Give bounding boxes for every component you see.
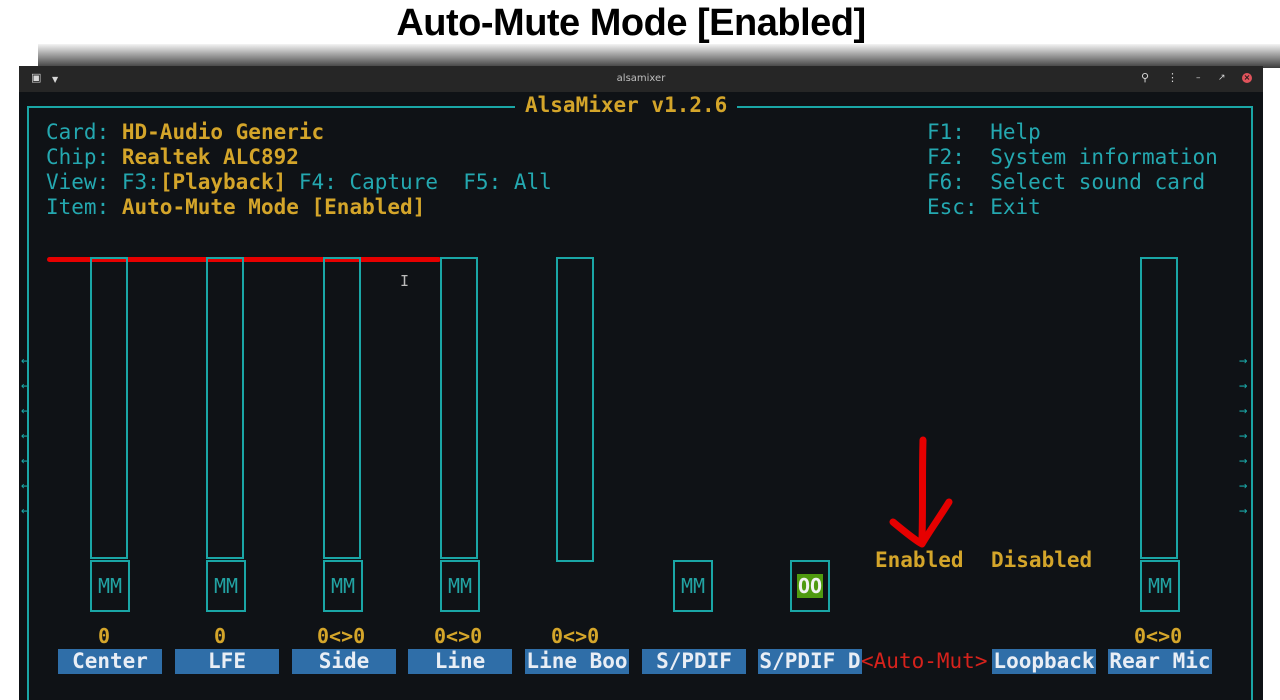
scroll-left-arrow-icon[interactable]: ← — [21, 354, 29, 368]
view-line: View: F3:[Playback] F4: Capture F5: All — [46, 170, 552, 195]
scroll-right-arrow-icon[interactable]: → — [1239, 404, 1247, 418]
chip-line: Chip: Realtek ALC892 — [46, 145, 299, 170]
value-line-boost: 0<>0 — [551, 624, 600, 648]
window-titlebar: ▣ ▼ alsamixer ⚲ ⋮ – ↗ × — [19, 66, 1263, 92]
volume-bar-rear-mic[interactable] — [1140, 257, 1178, 559]
value-side: 0<>0 — [317, 624, 366, 648]
value-rear-mic: 0<>0 — [1134, 624, 1183, 648]
alsamixer-terminal[interactable]: AlsaMixer v1.2.6 Card: HD-Audio Generic … — [19, 92, 1263, 700]
mute-state: MM — [447, 574, 473, 598]
card-label: Card: — [46, 120, 110, 144]
mute-box-center[interactable]: MM — [90, 560, 130, 612]
chip-label: Chip: — [46, 145, 110, 169]
channel-label-line-boost[interactable]: Line Boo — [525, 649, 629, 674]
search-icon[interactable]: ⚲ — [1141, 72, 1149, 84]
close-icon[interactable]: × — [1242, 73, 1252, 83]
channel-label-rear-mic[interactable]: Rear Mic — [1108, 649, 1212, 674]
frame-title: AlsaMixer v1.2.6 — [515, 93, 738, 117]
value-line: 0<>0 — [434, 624, 483, 648]
page-heading: Auto-Mute Mode [Enabled] — [396, 2, 866, 44]
channel-label-auto-mute[interactable]: <Auto-Mut> — [861, 649, 987, 674]
view-label: View: — [46, 170, 110, 194]
item-line: Item: Auto-Mute Mode [Enabled] — [46, 195, 425, 220]
channel-label-spdif[interactable]: S/PDIF — [642, 649, 746, 674]
mute-state: MM — [97, 574, 123, 598]
mute-box-spdif[interactable]: MM — [673, 560, 713, 612]
enum-option-disabled[interactable]: Disabled — [991, 548, 1092, 573]
volume-bar-line-boost[interactable] — [556, 257, 594, 562]
text-cursor-icon: I — [400, 272, 410, 290]
scroll-right-arrow-icon[interactable]: → — [1239, 354, 1247, 368]
view-f3: F3: — [121, 170, 160, 194]
scroll-left-arrow-icon[interactable]: ← — [21, 504, 29, 518]
terminal-window: ▣ ▼ alsamixer ⚲ ⋮ – ↗ × AlsaMixer v1.2.6… — [19, 66, 1263, 700]
window-title: alsamixer — [616, 73, 666, 84]
mute-box-line[interactable]: MM — [440, 560, 480, 612]
view-capture[interactable]: F4: Capture — [299, 170, 438, 194]
mute-box-lfe[interactable]: MM — [206, 560, 246, 612]
view-all[interactable]: F5: All — [463, 170, 552, 194]
mute-state: MM — [1147, 574, 1173, 598]
channel-label-lfe[interactable]: LFE — [175, 649, 279, 674]
mute-box-rear-mic[interactable]: MM — [1140, 560, 1180, 612]
scroll-left-arrow-icon[interactable]: ← — [21, 379, 29, 393]
mute-box-spdif-default[interactable]: OO — [790, 560, 830, 612]
mute-box-side[interactable]: MM — [323, 560, 363, 612]
scroll-left-arrow-icon[interactable]: ← — [21, 454, 29, 468]
view-playback[interactable]: [Playback] — [160, 170, 286, 194]
mute-state: MM — [680, 574, 706, 598]
minimize-icon[interactable]: – — [1196, 72, 1201, 84]
channel-label-spdif-default[interactable]: S/PDIF D — [758, 649, 862, 674]
channel-label-side[interactable]: Side — [292, 649, 396, 674]
mute-state: MM — [330, 574, 356, 598]
value-lfe: 0 — [214, 624, 227, 648]
unmuted-state: OO — [797, 574, 823, 598]
volume-bar-line[interactable] — [440, 257, 478, 559]
help-f6[interactable]: F6: Select sound card — [927, 170, 1205, 195]
mute-state: MM — [213, 574, 239, 598]
help-esc[interactable]: Esc: Exit — [927, 195, 1041, 220]
item-label: Item: — [46, 195, 110, 219]
card-line: Card: HD-Audio Generic — [46, 120, 324, 145]
maximize-icon[interactable]: ↗ — [1218, 72, 1226, 84]
menu-icon[interactable]: ⋮ — [1167, 72, 1178, 84]
channel-label-line[interactable]: Line — [408, 649, 512, 674]
scroll-left-arrow-icon[interactable]: ← — [21, 479, 29, 493]
volume-bar-center[interactable] — [90, 257, 128, 559]
chip-value: Realtek ALC892 — [121, 145, 299, 169]
scroll-right-arrow-icon[interactable]: → — [1239, 479, 1247, 493]
help-f1[interactable]: F1: Help — [927, 120, 1041, 145]
channel-label-center[interactable]: Center — [58, 649, 162, 674]
scroll-right-arrow-icon[interactable]: → — [1239, 379, 1247, 393]
scroll-left-arrow-icon[interactable]: ← — [21, 404, 29, 418]
help-f2[interactable]: F2: System information — [927, 145, 1218, 170]
value-center: 0 — [98, 624, 111, 648]
annotation-arrow-icon — [889, 436, 953, 548]
volume-bar-side[interactable] — [323, 257, 361, 559]
item-value: Auto-Mute Mode [Enabled] — [121, 195, 426, 219]
card-value: HD-Audio Generic — [121, 120, 325, 144]
window-shadow — [38, 44, 1280, 68]
scroll-left-arrow-icon[interactable]: ← — [21, 429, 29, 443]
scroll-right-arrow-icon[interactable]: → — [1239, 504, 1247, 518]
scroll-right-arrow-icon[interactable]: → — [1239, 454, 1247, 468]
volume-bar-lfe[interactable] — [206, 257, 244, 559]
channel-label-loopback[interactable]: Loopback — [992, 649, 1096, 674]
scroll-right-arrow-icon[interactable]: → — [1239, 429, 1247, 443]
